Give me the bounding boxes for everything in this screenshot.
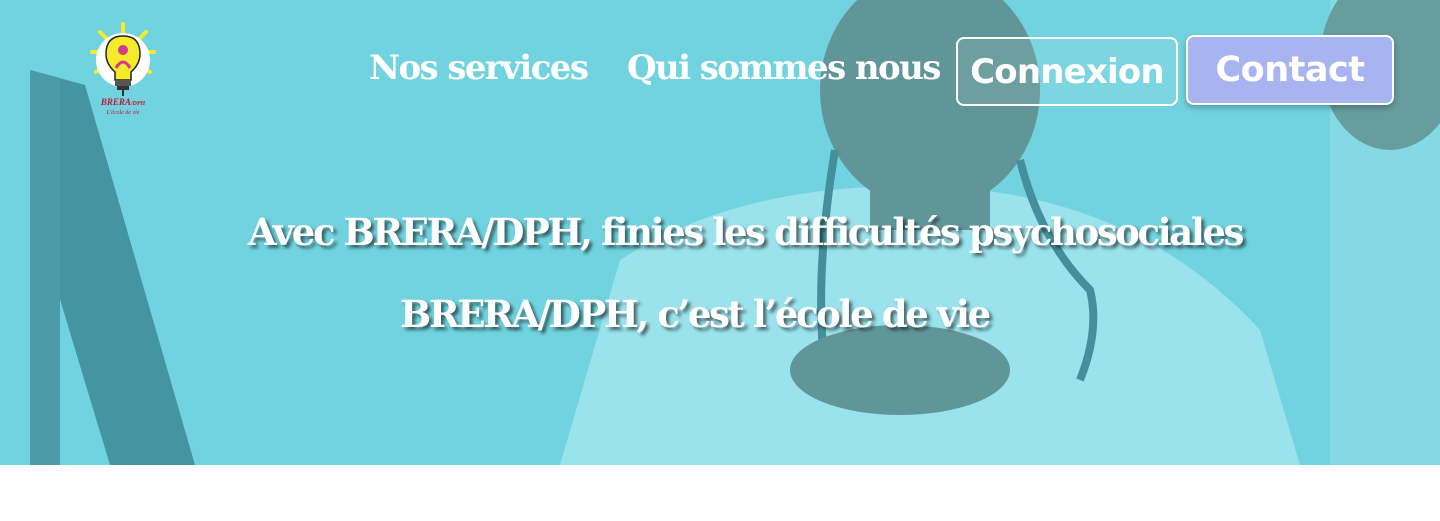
site-header: BRERA/DPH L'école de vie Nos services Qu… (0, 0, 1440, 130)
brand-logo[interactable]: BRERA/DPH L'école de vie (86, 22, 160, 120)
hero-headline: Avec BRERA/DPH, finies les difficultés p… (247, 210, 1245, 254)
brand-logo-name: BRERA/DPH (100, 97, 146, 108)
nav-link-services[interactable]: Nos services (369, 46, 589, 90)
lightbulb-icon (90, 22, 156, 96)
content-section (0, 465, 1440, 521)
contact-button[interactable]: Contact (1186, 35, 1394, 105)
connexion-button[interactable]: Connexion (956, 37, 1178, 106)
hero-tagline: BRERA/DPH, c’est l’école de vie (400, 292, 991, 336)
nav-link-about[interactable]: Qui sommes nous (627, 46, 941, 90)
hero-section: BRERA/DPH L'école de vie Nos services Qu… (0, 0, 1440, 465)
brand-logo-subtitle: L'école de vie (106, 110, 140, 116)
